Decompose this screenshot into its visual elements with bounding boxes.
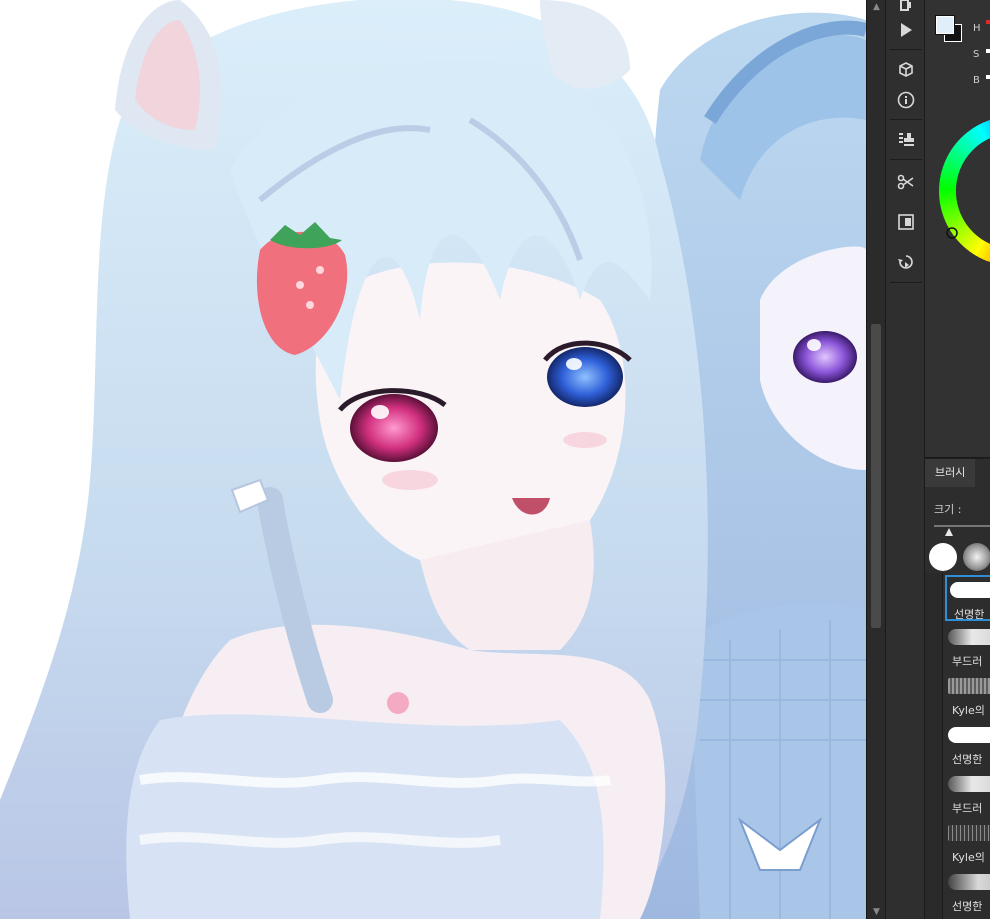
brush-stroke-preview: [950, 582, 990, 598]
scroll-up-arrow-icon[interactable]: ▲: [867, 0, 886, 14]
brush-preset-label: 선명한: [954, 608, 985, 621]
info-icon[interactable]: [892, 86, 920, 114]
stamp-icon[interactable]: [892, 125, 920, 153]
brush-preset-label: Kyle의: [952, 851, 985, 864]
brush-stroke-preview: [948, 727, 990, 743]
hard-round-tip[interactable]: [929, 543, 957, 571]
brush-stroke-preview: [948, 629, 990, 645]
brush-stroke-preview: [948, 874, 990, 890]
brush-preset-label: 선명한: [952, 900, 983, 913]
tab-brush[interactable]: 브러시: [925, 459, 976, 487]
panel-dock-toolbar: [885, 0, 925, 919]
play-icon[interactable]: [892, 16, 920, 44]
toolbar-divider: [890, 159, 922, 160]
brush-preset-label: 선명한: [952, 753, 983, 766]
brush-stroke-preview: [948, 678, 990, 694]
scissors-icon[interactable]: [892, 168, 920, 196]
canvas-vertical-scrollbar[interactable]: ▲ ▼: [866, 0, 885, 919]
brush-preset-kyle[interactable]: Kyle의: [945, 673, 990, 719]
toolbar-divider: [890, 282, 922, 283]
soft-round-tip[interactable]: [963, 543, 990, 571]
saturation-slider-marker[interactable]: [986, 49, 990, 53]
brush-preset-kyle[interactable]: Kyle의: [945, 820, 990, 866]
brush-stroke-preview: [948, 825, 990, 841]
brush-panel: 브러시 크기 : 선명한 부드러 Kyle의 선명한 부드러 Kyle의 선명한: [925, 459, 990, 919]
brush-preset-label: 부드러: [952, 655, 983, 668]
artwork-illustration: [0, 0, 866, 919]
foreground-color-swatch[interactable]: [935, 15, 955, 35]
brightness-slider-marker[interactable]: [986, 75, 990, 79]
brush-size-slider[interactable]: [934, 525, 990, 527]
color-panel: H S B: [925, 0, 990, 458]
brush-preset-label: 부드러: [952, 802, 983, 815]
brightness-label: B: [973, 75, 980, 86]
toolbar-divider: [890, 119, 922, 120]
layer-comp-icon[interactable]: [892, 208, 920, 236]
toolbar-divider: [890, 49, 922, 50]
saturation-label: S: [973, 49, 980, 60]
document-canvas[interactable]: [0, 0, 866, 919]
scroll-down-arrow-icon[interactable]: ▼: [867, 905, 886, 919]
brush-stroke-preview: [948, 776, 990, 792]
3d-cube-icon[interactable]: [892, 56, 920, 84]
hue-slider-marker[interactable]: [986, 20, 990, 24]
color-wheel[interactable]: [939, 116, 990, 266]
brush-preset-hard-round[interactable]: 선명한: [945, 722, 990, 768]
scrollbar-thumb[interactable]: [871, 324, 881, 628]
brush-preset-label: Kyle의: [952, 704, 985, 717]
brush-preset-soft-round[interactable]: 부드러: [945, 624, 990, 670]
hue-label: H: [973, 23, 981, 34]
brush-size-slider-knob[interactable]: [945, 528, 953, 536]
brush-preset-hard-round[interactable]: 선명한: [945, 869, 990, 915]
brush-size-label: 크기 :: [934, 503, 962, 516]
history-icon[interactable]: [892, 248, 920, 276]
brush-preset-soft-round[interactable]: 부드러: [945, 771, 990, 817]
brush-preset-hard-round[interactable]: 선명한: [945, 575, 990, 621]
brush-list-scrollbar[interactable]: [925, 573, 943, 919]
